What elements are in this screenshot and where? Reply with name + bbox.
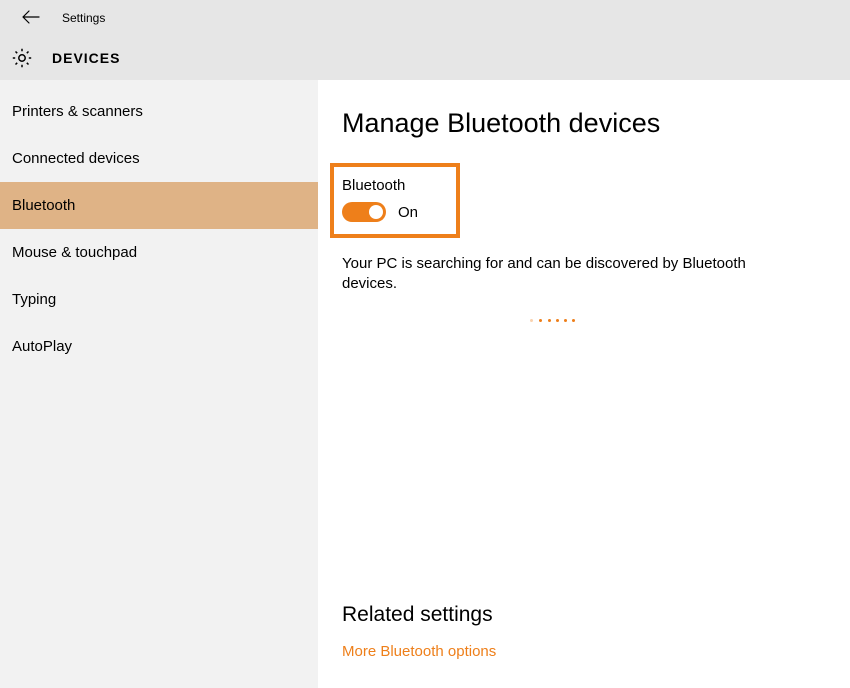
- toggle-knob: [369, 205, 383, 219]
- sidebar-item-autoplay[interactable]: AutoPlay: [0, 323, 318, 370]
- sidebar-item-bluetooth[interactable]: Bluetooth: [0, 182, 318, 229]
- related-title: Related settings: [342, 603, 496, 627]
- header-top: Settings: [0, 0, 850, 36]
- toggle-row: On: [342, 202, 418, 222]
- bluetooth-toggle[interactable]: [342, 202, 386, 222]
- sidebar-item-printers-scanners[interactable]: Printers & scanners: [0, 88, 318, 135]
- searching-spinner-icon: [342, 309, 762, 327]
- sidebar-item-typing[interactable]: Typing: [0, 276, 318, 323]
- sidebar-item-mouse-touchpad[interactable]: Mouse & touchpad: [0, 229, 318, 276]
- bluetooth-toggle-highlight: Bluetooth On: [330, 163, 460, 238]
- content: Manage Bluetooth devices Bluetooth On Yo…: [318, 80, 850, 688]
- gear-icon: [10, 46, 34, 70]
- header-section: DEVICES: [0, 36, 850, 80]
- sidebar-item-connected-devices[interactable]: Connected devices: [0, 135, 318, 182]
- sidebar: Printers & scanners Connected devices Bl…: [0, 80, 318, 688]
- toggle-state-label: On: [398, 204, 418, 221]
- related-link-more-bluetooth-options[interactable]: More Bluetooth options: [342, 643, 496, 660]
- app-title: Settings: [62, 11, 105, 25]
- toggle-label: Bluetooth: [342, 177, 418, 194]
- header: Settings DEVICES: [0, 0, 850, 80]
- status-text: Your PC is searching for and can be disc…: [342, 254, 762, 295]
- related-settings: Related settings More Bluetooth options: [342, 603, 496, 660]
- back-arrow-icon[interactable]: [22, 9, 40, 27]
- page-title: Manage Bluetooth devices: [342, 108, 826, 139]
- section-title: DEVICES: [52, 50, 120, 66]
